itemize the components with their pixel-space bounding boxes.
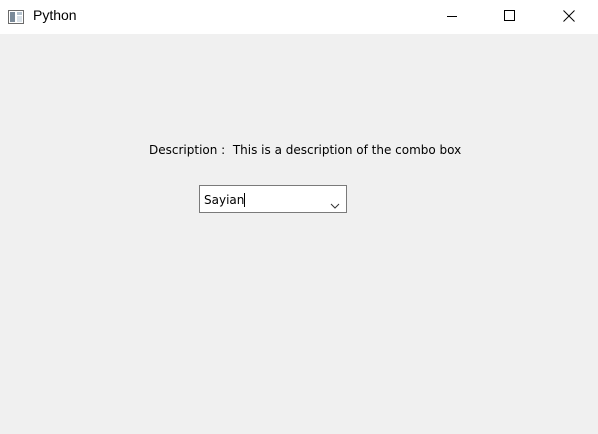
chevron-down-icon[interactable] [330, 195, 340, 209]
description-label: Description : This is a description of t… [149, 143, 462, 157]
text-cursor [244, 193, 246, 207]
close-button[interactable] [546, 0, 592, 32]
window-title: Python [33, 7, 77, 23]
combo-box-value[interactable]: Sayian [204, 193, 246, 207]
maximize-button[interactable] [487, 0, 533, 32]
maximize-icon [504, 10, 516, 22]
minimize-icon [446, 10, 458, 22]
client-area: Description : This is a description of t… [0, 34, 598, 434]
combo-box[interactable]: Sayian [199, 185, 347, 213]
title-bar[interactable]: Python [0, 0, 598, 34]
app-window: Python Description : This is a descripti… [0, 0, 598, 434]
python-app-icon [8, 9, 24, 24]
close-icon [563, 10, 575, 22]
combo-box-text: Sayian [204, 193, 245, 207]
minimize-button[interactable] [429, 0, 475, 32]
